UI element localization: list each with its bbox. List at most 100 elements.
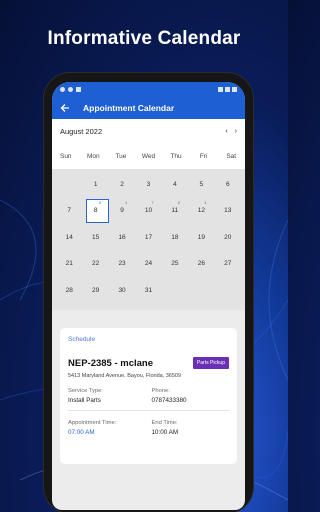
calendar: Sun Mon Tue Wed Thu Fri Sat 123456783911… [52,143,245,310]
calendar-day [188,277,214,304]
day-number: 18 [171,233,179,241]
phone-label: Phone: [151,388,170,394]
calendar-day[interactable]: 30 [109,277,135,304]
phone-value[interactable]: 0787433380 [152,397,230,404]
calendar-day[interactable]: 2 [109,171,135,198]
calendar-day[interactable]: 26 [188,251,214,278]
day-number: 13 [224,207,232,215]
weekday-label: Mon [87,152,100,160]
day-number: 10 [144,207,153,215]
calendar-day[interactable]: 91 [109,198,135,225]
appointment-time-label: Appointment Time: [68,420,117,426]
calendar-day[interactable]: 28 [56,277,82,304]
day-number: 11 [171,207,179,215]
back-arrow-icon[interactable] [60,103,70,113]
appointment-count: 3 [98,199,101,205]
day-number: 20 [224,233,232,241]
month-header: August 2022 ‹ › [52,119,245,143]
calendar-day[interactable]: 18 [162,224,188,251]
weekday-label: Sun [59,152,72,160]
calendar-day[interactable]: 24 [135,251,161,278]
calendar-day[interactable]: 11 2 [162,198,188,225]
appointment-count: 1 [125,199,128,205]
page-title: Appointment Calendar [83,102,175,113]
calendar-day[interactable]: 29 [82,277,108,304]
end-time-label: End Time: [151,420,178,426]
day-number: 7 [67,207,72,215]
day-number: 26 [197,260,205,268]
day-grid: 1 2 3 4 5 6 7 8 3 9 1 10 7 11 2 12 1 13 14 15 16 17 18 19 20 21 22… [52,169,245,310]
status-badge: Parts Pickup [192,357,229,369]
day-number: 9 [120,207,124,215]
calendar-day[interactable]: 12 1 [188,198,214,225]
detail-fields: Service Type: Install Parts Phone: 07874… [68,388,229,436]
calendar-day[interactable]: 23 [109,251,135,278]
calendar-day [56,171,82,198]
divider [68,410,229,411]
calendar-day[interactable]: 27 [215,251,241,278]
calendar-day[interactable]: 25 [162,251,188,278]
phone-screen: Appointment Calendar August 2022 ‹ › Sun… [52,82,245,510]
day-number: 4 [173,180,177,188]
schedule-card[interactable]: Schedule NEP-2385 - mclane Parts Pickup … [60,328,237,464]
next-month-button[interactable]: › [235,128,237,135]
appointment-time-value[interactable]: 07:00 AM [68,429,146,436]
calendar-day[interactable]: 7 [56,198,82,225]
day-number: 27 [224,260,232,268]
calendar-day[interactable]: 4 [162,171,188,198]
day-number: 19 [197,233,205,241]
weekday-label: Fri [199,152,208,160]
weekday-label: Wed [141,152,156,160]
phone-frame: Appointment Calendar August 2022 ‹ › Sun… [44,73,253,512]
weekday-row: Sun Mon Tue Wed Thu Fri Sat [52,143,245,169]
day-number: 23 [118,260,126,268]
calendar-day[interactable]: 16 [109,224,135,251]
calendar-day[interactable]: 19 [188,224,214,251]
calendar-day[interactable]: 14 [56,224,82,251]
month-label[interactable]: August 2022 [60,127,102,136]
notification-icon [68,86,73,92]
day-number: 31 [144,286,153,294]
notification-icon [76,86,81,92]
calendar-day[interactable]: 83 [82,198,110,225]
appointment-count: 2 [177,199,181,205]
calendar-day[interactable]: 5 [188,171,214,198]
calendar-day[interactable]: 13 [215,198,241,225]
day-number: 3 [146,180,151,188]
calendar-day[interactable]: 1 [82,171,108,198]
service-type-value: Install Parts [68,397,101,404]
calendar-day[interactable]: 20 [215,224,241,251]
headline: Informative Calendar [47,28,241,49]
service-type-label: Service Type: [68,388,104,394]
day-number: 5 [199,180,204,188]
day-number: 25 [171,260,179,268]
wifi-icon [218,86,223,92]
day-number: 15 [92,233,100,241]
prev-month-button[interactable]: ‹ [225,128,227,135]
day-number: 24 [144,260,153,268]
day-number: 1 [93,180,98,188]
address: 5413 Maryland Avenue, Bayou, Florida, 36… [68,373,182,379]
calendar-day [162,277,188,304]
day-number: 12 [197,207,205,215]
calendar-day[interactable]: 21 [56,251,82,278]
calendar-day[interactable]: 15 [82,224,108,251]
app-bar: Appointment Calendar [52,96,245,119]
calendar-day[interactable]: 31 [135,277,161,304]
appointment-count: 7 [151,199,154,205]
end-time-value: 10:00 AM [151,429,179,436]
weekday-label: Thu [170,152,182,160]
calendar-day[interactable]: 22 [82,251,108,278]
day-number: 2 [120,180,124,188]
appointment-count: 1 [204,199,207,205]
day-number: 17 [144,233,153,241]
calendar-day[interactable]: 17 [135,224,161,251]
calendar-day [215,277,241,304]
calendar-day[interactable]: 6 [215,171,241,198]
battery-icon [232,86,237,92]
calendar-day[interactable]: 10 7 [135,198,161,225]
order-title: NEP-2385 - mclane [68,357,154,369]
day-number: 21 [65,260,73,268]
calendar-day[interactable]: 3 [135,171,161,198]
notification-icon [60,86,65,92]
